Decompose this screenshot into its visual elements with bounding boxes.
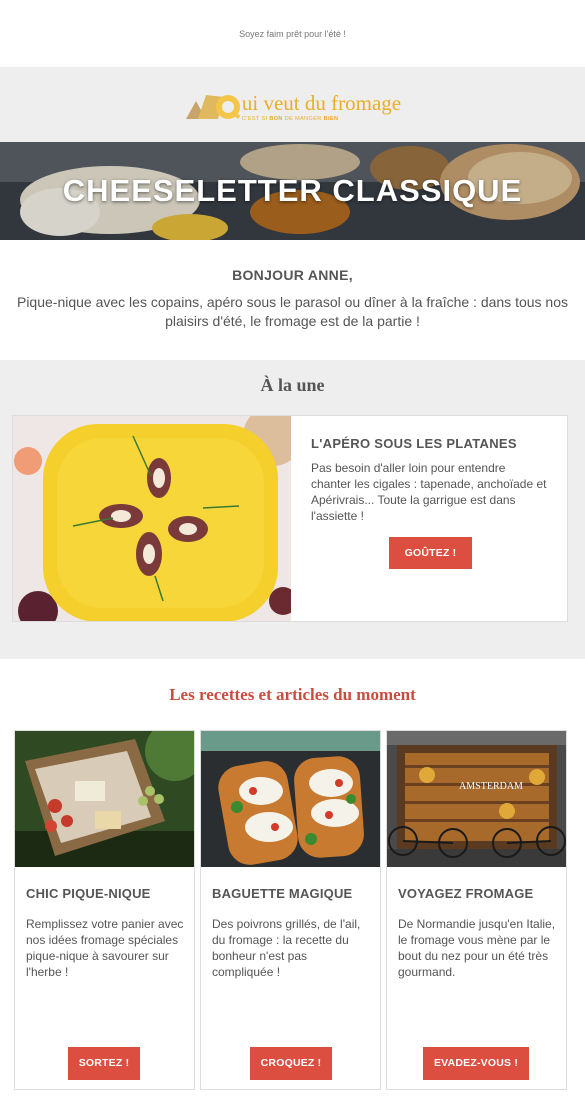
brand-logo[interactable]: ui veut du fromage C'EST SI BON DE MANGE… [184, 87, 401, 123]
logo-tagline: C'EST SI BON DE MANGER BIEN [241, 115, 339, 122]
picnic-basket-image [15, 731, 194, 867]
featured-section: À la une L'APÉRO SOUS LES PLATANES Pas b… [0, 360, 585, 659]
croquez-button[interactable]: CROQUEZ ! [250, 1047, 332, 1080]
recipe-card-pique-nique: CHIC PIQUE-NIQUE Remplissez votre panier… [14, 730, 195, 1090]
card-heading[interactable]: VOYAGEZ FROMAGE [398, 886, 533, 901]
amsterdam-image[interactable]: AMSTERDAM [387, 731, 566, 867]
logo-title: ui veut du fromage [241, 90, 402, 115]
card-heading[interactable]: BAGUETTE MAGIQUE [212, 886, 352, 901]
picnic-image[interactable] [15, 731, 194, 867]
greeting: BONJOUR ANNE, [232, 267, 353, 283]
amsterdam-sign: AMSTERDAM [459, 781, 523, 792]
featured-card: L'APÉRO SOUS LES PLATANES Pas besoin d'a… [12, 415, 568, 622]
featured-text: Pas besoin d'aller loin pour entendre ch… [311, 461, 547, 523]
recipes-section: Les recettes et articles du moment CHIC … [0, 659, 585, 1103]
card-text: Des poivrons grillés, de l'ail, du froma… [212, 917, 361, 979]
card-heading[interactable]: CHIC PIQUE-NIQUE [26, 886, 151, 901]
bruschetta-image [201, 731, 380, 867]
sortez-button[interactable]: SORTEZ ! [68, 1047, 140, 1080]
newsletter-title: CHEESELETTER CLASSIQUE [62, 173, 523, 208]
recipe-card-baguette: BAGUETTE MAGIQUE Des poivrons grillés, d… [200, 730, 381, 1090]
recipes-section-title: Les recettes et articles du moment [169, 685, 416, 704]
recipe-card-voyagez: AMSTERDAM VOYAGEZ FROMAGE De Normandie j… [386, 730, 567, 1090]
figs-plate-image [13, 416, 291, 621]
baguette-image[interactable] [201, 731, 380, 867]
goutez-button[interactable]: GOÛTEZ ! [389, 537, 472, 569]
featured-section-title: À la une [260, 375, 325, 395]
featured-image[interactable] [13, 416, 291, 621]
intro-section: BONJOUR ANNE, Pique-nique avec les copai… [0, 240, 585, 360]
card-text: Remplissez votre panier avec nos idées f… [26, 917, 184, 979]
cheese-logo-icon [185, 94, 240, 119]
logo-band: ui veut du fromage C'EST SI BON DE MANGE… [0, 67, 585, 142]
card-text: De Normandie jusqu'en Italie, le fromage… [398, 917, 556, 979]
hero-banner: CHEESELETTER CLASSIQUE [0, 142, 585, 240]
featured-heading[interactable]: L'APÉRO SOUS LES PLATANES [311, 436, 547, 451]
featured-content: L'APÉRO SOUS LES PLATANES Pas besoin d'a… [291, 416, 567, 621]
evadez-vous-button[interactable]: EVADEZ-VOUS ! [423, 1047, 529, 1080]
cheese-shop-image: AMSTERDAM [387, 731, 566, 867]
intro-text: Pique-nique avec les copains, apéro sous… [16, 294, 568, 329]
preheader-text: Soyez faim prêt pour l'été ! [239, 28, 346, 39]
